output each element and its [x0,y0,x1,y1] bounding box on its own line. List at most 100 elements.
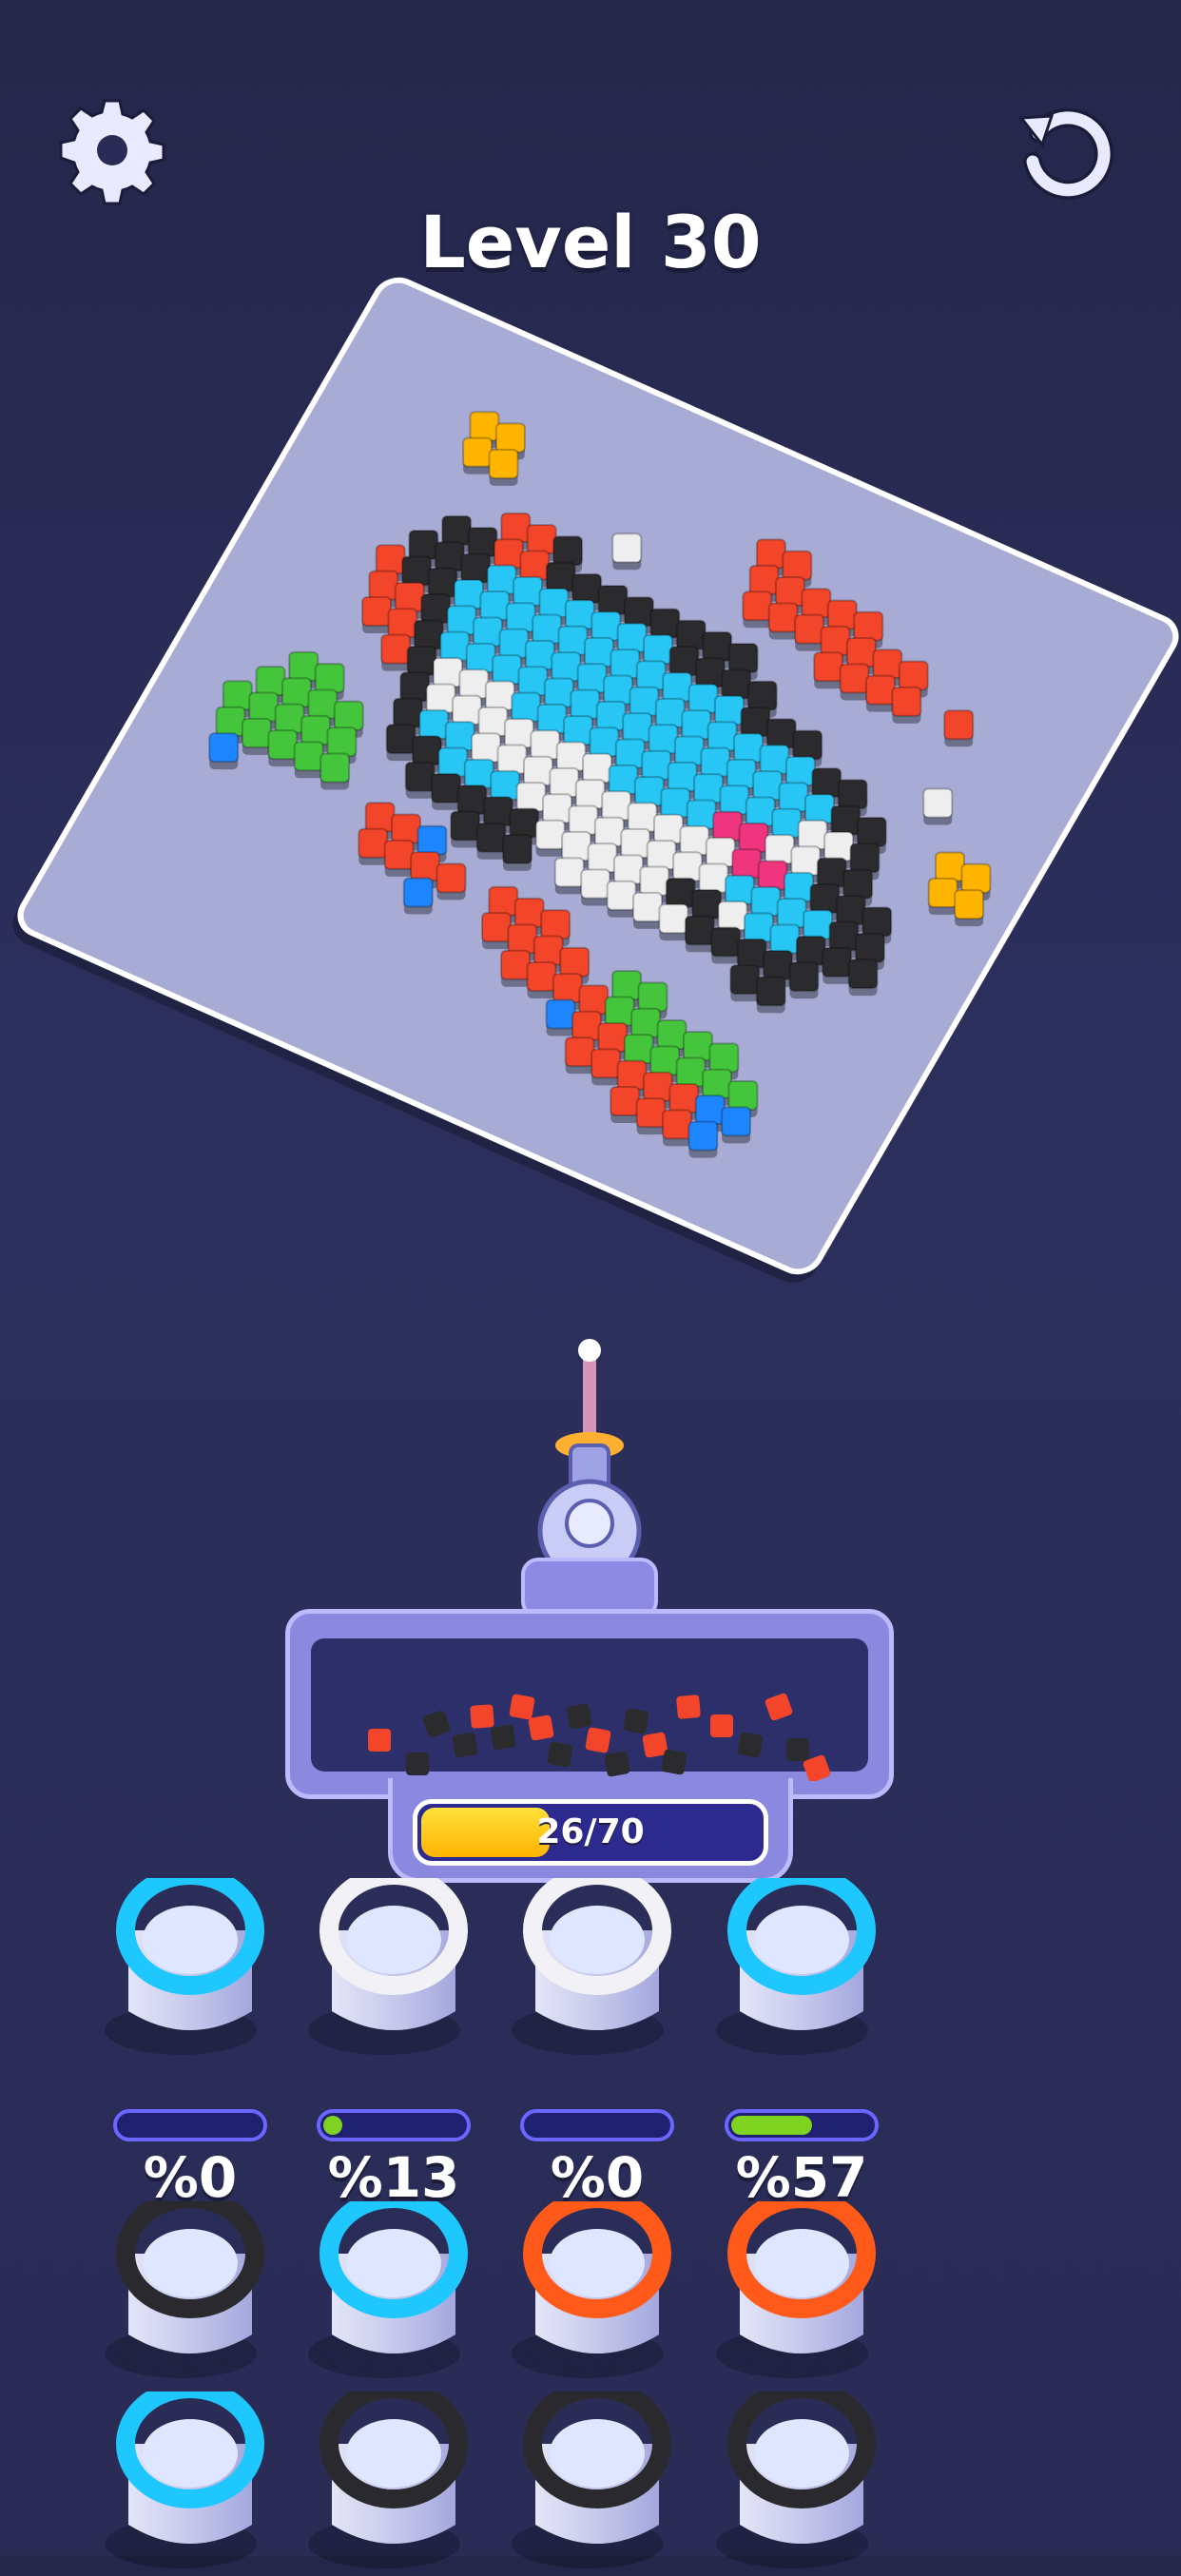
color-cup[interactable] [303,2189,484,2382]
tray-cube [585,1727,611,1753]
block-cube [481,912,513,950]
block-cube [822,946,853,984]
color-cup[interactable] [303,1866,484,2059]
block-cube [610,1085,641,1123]
cup-fill-bar [520,2109,674,2141]
collection-tray [285,1609,894,1799]
tray-cube [470,1704,494,1729]
block-cube [534,819,566,857]
cup-icon [105,2379,264,2568]
block-cube [954,889,985,927]
color-cup[interactable] [507,1866,687,2059]
tray-cube [509,1694,535,1720]
block-cube [767,602,799,640]
cup-icon [308,2379,468,2568]
tray-cube [422,1710,451,1738]
color-cup[interactable] [100,1866,281,2059]
cup-fill-bar [317,2109,471,2141]
color-cup[interactable] [711,2189,892,2382]
block-cube [788,961,820,999]
block-cube [580,868,611,906]
color-cup[interactable] [711,2379,892,2572]
tray-cube [368,1729,391,1752]
tray-cube [765,1693,793,1721]
cup-fill-level [731,2116,812,2135]
cup-icon [716,2379,876,2568]
block-cube [500,949,532,987]
cup-percent-label: %0 [550,2145,645,2210]
cup-icon [105,2189,264,2378]
block-cube [431,772,462,810]
block-cube [658,903,689,941]
level-progress-bar: 26/70 [413,1799,768,1866]
tray-cube [528,1714,554,1741]
pixel-art-blocks[interactable] [0,0,1181,1379]
tray-inner [311,1638,868,1783]
block-cube [922,787,954,825]
block-cube [545,998,576,1036]
cup-fill-level [323,2116,342,2135]
level-progress-text: 26/70 [536,1812,645,1851]
color-cup[interactable] [507,2379,687,2572]
color-cup[interactable] [711,1866,892,2059]
block-cube [687,1120,719,1158]
block-cube [721,1106,752,1144]
cup-icon [716,1866,876,2055]
block-cube [402,877,434,915]
color-cup[interactable] [303,2379,484,2572]
cup-icon [105,1866,264,2055]
block-cube [267,729,299,767]
block-cube [927,877,958,915]
block-cube [380,633,412,671]
block-cube [606,880,637,918]
block-cube [632,891,664,929]
block-cube [553,857,585,895]
cup-percent-label: %57 [735,2145,868,2210]
block-cube [847,959,879,997]
block-cube [501,833,532,871]
block-cube [385,724,416,762]
tray-cube [490,1724,516,1751]
cup-fill-bar [113,2109,267,2141]
tray-cube [676,1695,701,1719]
block-cube [891,686,922,724]
tray-cube [710,1714,733,1737]
block-cube [813,651,844,689]
cup-icon [512,1866,671,2055]
color-cup[interactable] [507,2189,687,2382]
tray-cube [623,1708,649,1734]
block-cube [755,976,786,1014]
block-cube [661,1109,692,1147]
block-cube [361,596,393,634]
block-cube [943,709,975,747]
block-cube [742,591,773,629]
block-cube [488,448,519,486]
cannon[interactable] [494,1312,685,1636]
tray-cube [604,1751,630,1777]
block-cube [729,964,761,1002]
block-cube [293,741,324,779]
cup-icon [512,2379,671,2568]
color-cup[interactable] [100,2379,281,2572]
block-cube [526,960,557,998]
block-cube [436,862,467,901]
block-cube [358,827,389,865]
block-cube [611,533,643,571]
block-cube [383,839,415,877]
tray-cube [406,1753,429,1775]
block-cube [710,926,742,964]
cup-percent-label: %0 [143,2145,238,2210]
cup-icon [308,1866,468,2055]
block-cube [241,717,272,755]
tray-cube [566,1703,592,1730]
block-cube [839,663,870,701]
cup-fill-bar [725,2109,879,2141]
block-cube [794,613,825,651]
block-cube [462,436,494,475]
block-cube [635,1097,667,1135]
block-cube [319,752,351,790]
block-cube [404,761,436,799]
tray-cube [786,1738,809,1761]
tray-cube [737,1732,764,1758]
color-cup[interactable] [100,2189,281,2382]
